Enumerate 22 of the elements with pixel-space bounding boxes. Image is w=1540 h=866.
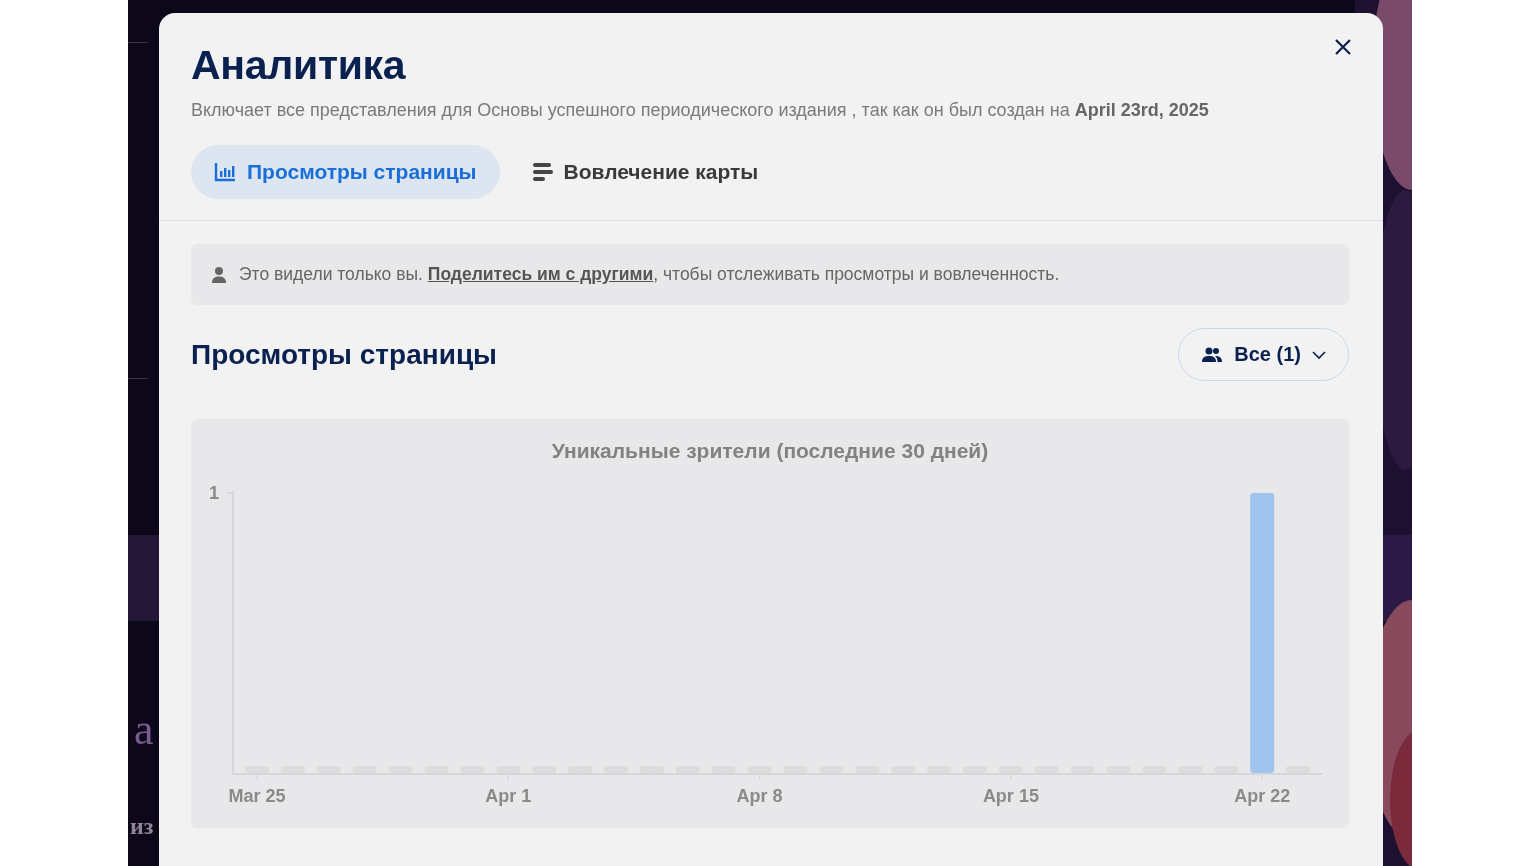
chevron-down-icon <box>1312 349 1326 360</box>
section-heading: Просмотры страницы <box>191 338 497 371</box>
share-link[interactable]: Поделитесь им с другими <box>427 264 654 284</box>
tab[interactable]: Вовлечение карты <box>509 145 782 199</box>
axis-label: Apr 15 <box>982 786 1039 806</box>
bar-chart-icon <box>214 162 236 182</box>
axis-label: Apr 8 <box>736 786 783 806</box>
axis-label: Apr 1 <box>485 786 532 806</box>
chart-title: Уникальные зрители (последние 30 дней) <box>550 439 990 463</box>
axis-label: Apr 22 <box>1234 786 1291 806</box>
background-text: а <box>134 708 154 752</box>
close-icon <box>1333 37 1353 57</box>
person-icon <box>211 265 227 284</box>
tab[interactable]: Просмотры страницы <box>191 145 500 199</box>
notice-text: Это видели только вы. Поделитесь им с другими, чтобы отслеживать просмотры и вовлеченность. <box>239 264 1060 285</box>
background-text: из <box>130 814 154 838</box>
list-icon <box>532 162 553 182</box>
axis-label: 1 <box>209 483 219 503</box>
people-icon <box>1201 346 1224 363</box>
dialog-title: Аналитика <box>191 43 406 87</box>
dialog-subtitle: Включает все представления для Основы успешного периодического издания , так как он был создан на April 23rd, 2025 <box>191 99 1209 122</box>
axis-label: Mar 25 <box>228 786 286 806</box>
